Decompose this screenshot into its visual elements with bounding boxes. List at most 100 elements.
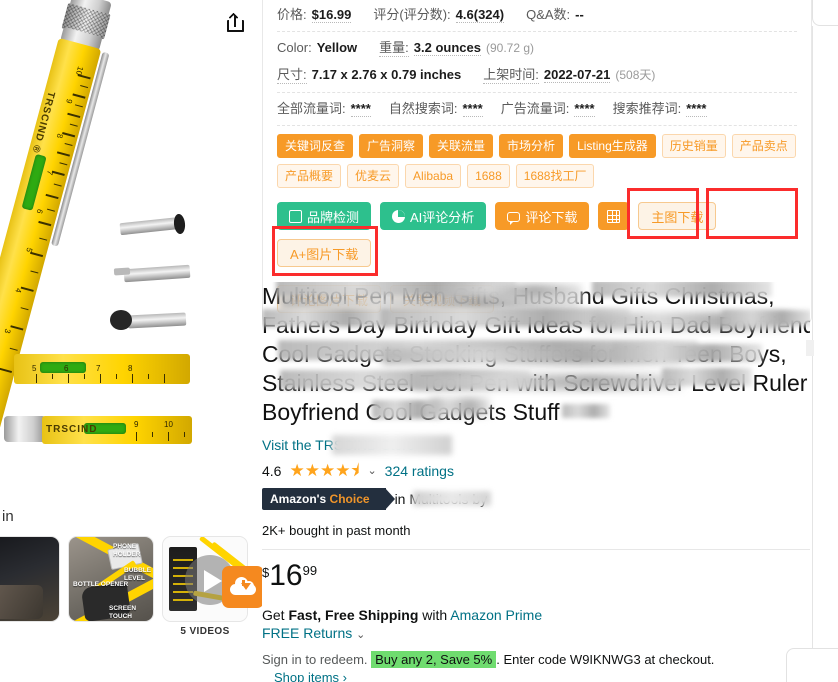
- thumb-label: PHONE HOLDER: [113, 543, 141, 558]
- field-listing-date: 上架时间: 2022-07-21 (508天): [483, 64, 655, 84]
- field-key: 搜索推荐词:: [612, 101, 682, 116]
- tag-alibaba[interactable]: Alibaba: [405, 164, 462, 188]
- tag-product-summary[interactable]: 产品概要: [277, 164, 342, 188]
- field-rating: 评分(评分数): 4.6(324): [373, 4, 505, 23]
- videos-count-label: 5 VIDEOS: [180, 626, 230, 637]
- field-key: 上架时间:: [483, 64, 539, 84]
- chevron-down-icon[interactable]: ⌄: [356, 629, 365, 641]
- field-ad-keywords: 广告流量词: ****: [501, 98, 595, 117]
- field-value: Yellow: [316, 40, 358, 55]
- info-row-color-weight: Color: Yellow 重量: 3.2 ounces (90.72 g): [277, 32, 797, 59]
- tag-listing-generator[interactable]: Listing生成器: [569, 134, 656, 158]
- field-key: 价格:: [277, 7, 307, 22]
- rating-value: 4.6: [262, 462, 282, 479]
- info-row-size-date: 尺寸: 7.17 x 2.76 x 0.79 inches 上架时间: 2022…: [277, 59, 797, 93]
- brand-detection-button[interactable]: 品牌检测: [277, 202, 372, 230]
- field-value: --: [575, 7, 584, 22]
- field-key: Q&A数:: [526, 7, 571, 22]
- shop-items-link[interactable]: Shop items ›: [274, 670, 810, 682]
- field-key: 尺寸:: [277, 64, 307, 84]
- field-price: 价格: $16.99: [277, 4, 352, 23]
- tag-keyword-reverse[interactable]: 关键词反查: [277, 134, 354, 158]
- table-export-button[interactable]: [598, 202, 630, 230]
- promo-line: Sign in to redeem. Buy any 2, Save 5%. E…: [262, 651, 810, 668]
- gallery-in-label: in: [2, 508, 14, 525]
- product-title: Multitool Pen Men Gifts, Husband Gifts C…: [262, 282, 810, 437]
- tag-market-analysis[interactable]: 市场分析: [499, 134, 564, 158]
- cloud-download-icon[interactable]: [222, 566, 262, 608]
- thumb-word: RRY: [0, 569, 36, 581]
- thumb-label: BOTTLE OPENER: [73, 581, 129, 588]
- pie-chart-icon: [392, 209, 406, 223]
- price-fraction: 99: [302, 563, 318, 578]
- side-panel-card-bottom: [786, 648, 838, 682]
- field-color: Color: Yellow: [277, 40, 357, 55]
- tag-ad-insight[interactable]: 广告洞察: [359, 134, 424, 158]
- badge-choice: Choice: [329, 492, 370, 506]
- field-key: 评分(评分数):: [373, 7, 451, 22]
- tool-tag-list: 关键词反查 广告洞察 关联流量 市场分析 Listing生成器 历史销量 产品卖…: [277, 126, 797, 192]
- field-key: 重量:: [379, 37, 409, 57]
- price-whole: 16: [269, 559, 303, 592]
- highlight-aplus-download: [706, 188, 798, 239]
- brand-check-icon: [289, 209, 302, 223]
- review-download-button[interactable]: 评论下载: [495, 202, 590, 230]
- promo-highlight[interactable]: Buy any 2, Save 5%: [371, 651, 497, 668]
- tag-youmaiyun[interactable]: 优麦云: [347, 164, 400, 188]
- star-rating-icon[interactable]: ★★★★⯨: [289, 462, 359, 479]
- field-value: ****: [462, 101, 483, 117]
- field-value: 2022-07-21: [543, 67, 611, 83]
- ai-review-analysis-button[interactable]: AI评论分析: [380, 202, 487, 230]
- button-label: 品牌检测: [307, 209, 360, 225]
- thumb-label: BUBBLE LEVEL: [124, 567, 152, 582]
- field-all-traffic-keywords: 全部流量词: ****: [277, 98, 371, 117]
- free-returns-label: FREE Returns: [262, 625, 353, 641]
- shipping-bold: Fast, Free Shipping: [288, 607, 419, 623]
- tag-1688-factory[interactable]: 1688找工厂: [515, 164, 595, 188]
- field-dimensions: 尺寸: 7.17 x 2.76 x 0.79 inches: [277, 64, 461, 84]
- shipping-prefix: Get: [262, 607, 285, 623]
- side-panel-card-top: [812, 0, 838, 26]
- info-row-price: 价格: $16.99 评分(评分数): 4.6(324) Q&A数: --: [277, 0, 797, 32]
- product-gallery: TRSCIND ® 10 9 8 7 6 5 4 3 5 6 7 8 TRSCI…: [0, 0, 262, 682]
- field-value: 7.17 x 2.76 x 0.79 inches: [311, 67, 462, 82]
- main-image-download-button[interactable]: 主图下载: [638, 202, 717, 230]
- brand-redaction: [413, 491, 492, 506]
- field-subvalue: (508天): [615, 68, 656, 82]
- info-row-keywords: 全部流量词: **** 自然搜索词: **** 广告流量词: **** 搜索推荐…: [277, 93, 797, 126]
- sellersprite-panel: 价格: $16.99 评分(评分数): 4.6(324) Q&A数: -- Co…: [262, 0, 812, 324]
- field-key: 自然搜索词:: [388, 101, 458, 116]
- field-value: 3.2 ounces: [413, 40, 481, 56]
- button-label: A+图片下载: [290, 246, 359, 262]
- field-suggested-keywords: 搜索推荐词: ****: [613, 98, 707, 117]
- price-currency: $: [262, 565, 270, 580]
- button-label: AI评论分析: [410, 209, 475, 225]
- main-product-image[interactable]: TRSCIND ® 10 9 8 7 6 5 4 3 5 6 7 8 TRSCI…: [0, 0, 262, 462]
- section-divider: [262, 549, 810, 550]
- comment-icon: [507, 211, 521, 225]
- tag-selling-points[interactable]: 产品卖点: [731, 134, 796, 158]
- amazons-choice-row: Amazon's Choice in Multitools by: [262, 488, 810, 510]
- button-label: 主图下载: [651, 209, 704, 225]
- field-organic-keywords: 自然搜索词: ****: [389, 98, 483, 117]
- free-returns-link[interactable]: FREE Returns ⌄: [262, 625, 810, 641]
- amazon-prime-link[interactable]: Amazon Prime: [450, 607, 542, 623]
- tag-related-traffic[interactable]: 关联流量: [429, 134, 494, 158]
- side-panel-handle[interactable]: [806, 340, 814, 356]
- tag-1688[interactable]: 1688: [467, 164, 510, 188]
- aplus-image-download-button[interactable]: A+图片下载: [277, 239, 372, 267]
- amazons-choice-badge[interactable]: Amazon's Choice: [262, 488, 395, 510]
- field-qa-count: Q&A数: --: [526, 4, 584, 23]
- price-block: $ 16 99: [262, 560, 810, 591]
- shipping-line: Get Fast, Free Shipping with Amazon Prim…: [262, 607, 810, 623]
- rating-row: 4.6 ★★★★⯨ ⌄ 324 ratings: [262, 462, 810, 479]
- thumbnail-dark-led[interactable]: PER LED RRY ORK ARK: [0, 536, 60, 622]
- thumbnail-lifestyle[interactable]: PHONE HOLDER BUBBLE LEVEL BOTTLE OPENER …: [68, 536, 154, 622]
- thumb-word: PER: [0, 545, 36, 557]
- field-weight: 重量: 3.2 ounces (90.72 g): [379, 37, 534, 57]
- chevron-down-icon[interactable]: ⌄: [367, 464, 376, 477]
- tag-sales-history[interactable]: 历史销量: [661, 134, 726, 158]
- store-link[interactable]: Visit the TRSCIND Store: [262, 435, 452, 455]
- ratings-count-link[interactable]: 324 ratings: [385, 463, 454, 479]
- thumb-word: LED: [0, 557, 36, 569]
